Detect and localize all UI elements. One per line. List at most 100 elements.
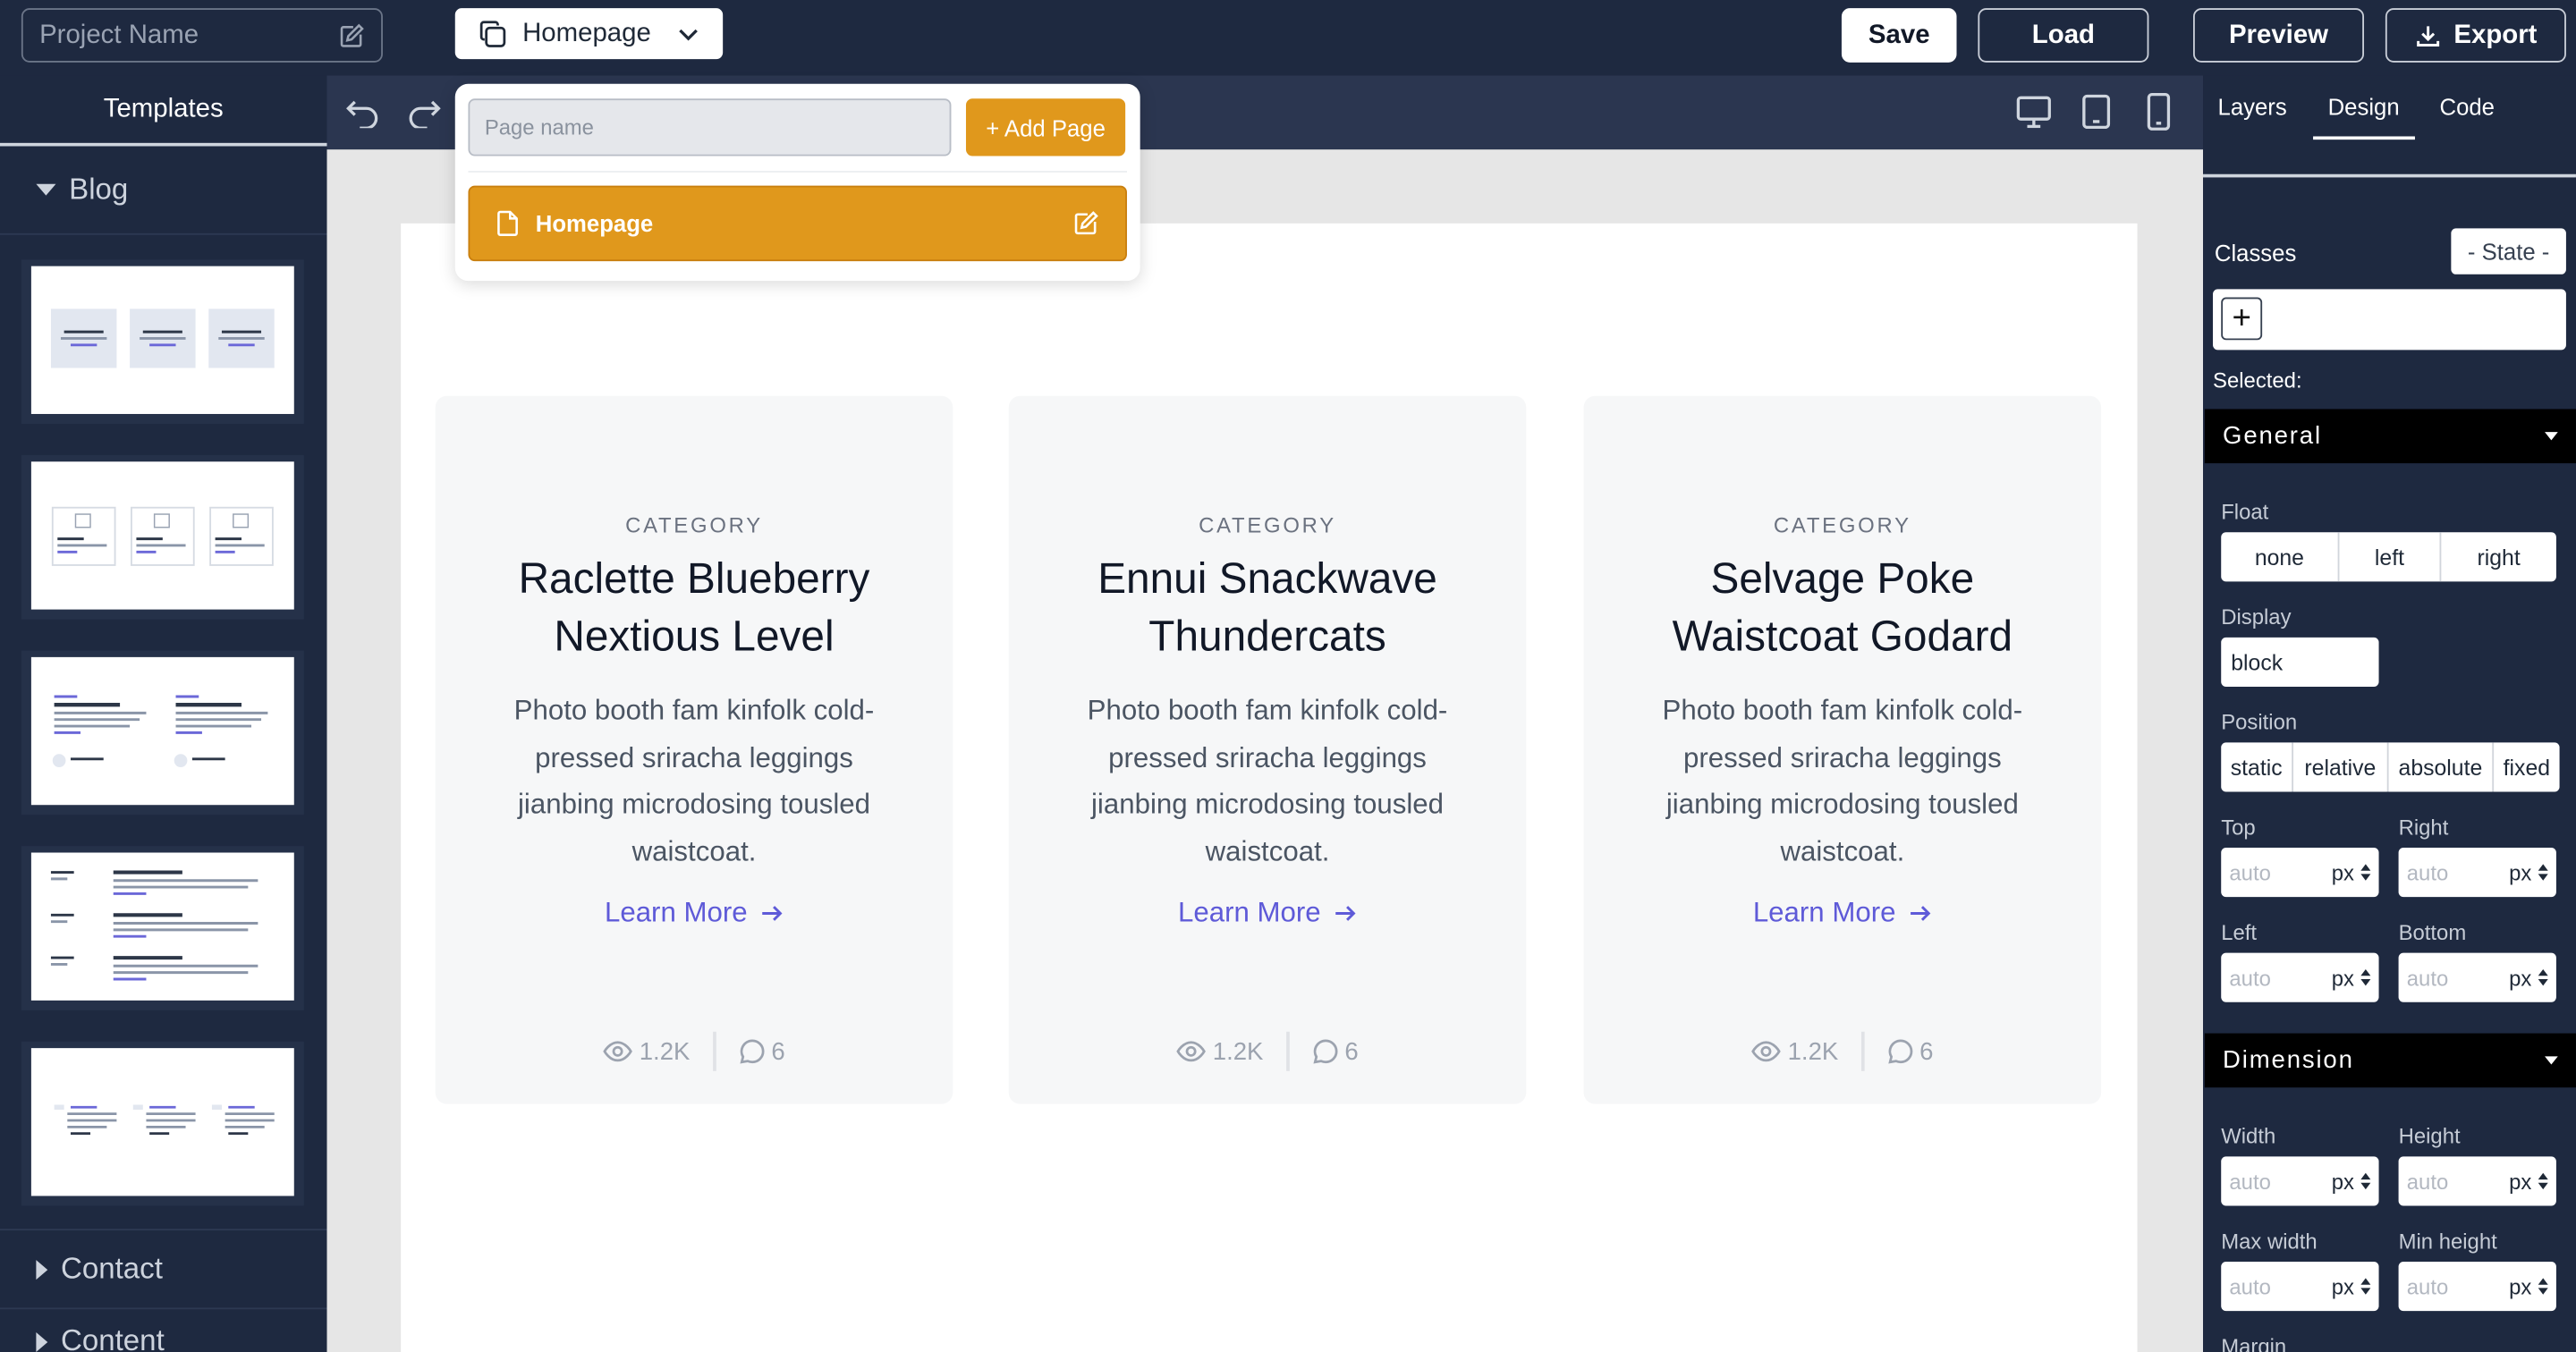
views-stat: 1.2K bbox=[580, 1037, 714, 1065]
left-value: auto bbox=[2229, 965, 2271, 990]
state-select[interactable]: - State - bbox=[2451, 228, 2566, 275]
bottom-unit[interactable]: px bbox=[2509, 965, 2531, 990]
desktop-view-icon[interactable] bbox=[2016, 96, 2052, 129]
pages-icon bbox=[478, 19, 507, 48]
position-fixed-option[interactable]: fixed bbox=[2494, 742, 2559, 791]
min-height-unit[interactable]: px bbox=[2509, 1274, 2531, 1299]
page-name-input[interactable]: Page name bbox=[468, 98, 952, 156]
page-select-dropdown[interactable]: Homepage bbox=[454, 8, 724, 60]
project-name-input[interactable]: Project Name bbox=[21, 8, 383, 63]
dimension-section-header[interactable]: Dimension bbox=[2204, 1033, 2576, 1088]
position-absolute-option[interactable]: absolute bbox=[2389, 742, 2495, 792]
project-name-placeholder: Project Name bbox=[39, 20, 199, 49]
comment-icon bbox=[1886, 1038, 1912, 1064]
position-relative-option[interactable]: relative bbox=[2293, 742, 2389, 792]
general-section-header[interactable]: General bbox=[2204, 409, 2576, 464]
left-label: Left bbox=[2221, 919, 2258, 945]
current-page-label: Homepage bbox=[522, 19, 651, 47]
page-item-homepage[interactable]: Homepage bbox=[468, 185, 1127, 262]
panel-tabs: Layers Design Code bbox=[2203, 76, 2576, 178]
float-none-option[interactable]: none bbox=[2221, 532, 2340, 582]
learn-more-link[interactable]: Learn More bbox=[605, 897, 784, 930]
card-category: CATEGORY bbox=[625, 512, 763, 537]
right-unit[interactable]: px bbox=[2509, 860, 2531, 885]
canvas[interactable]: CATEGORY Raclette Blueberry Nextious Lev… bbox=[326, 149, 2204, 1352]
learn-more-label: Learn More bbox=[604, 897, 748, 929]
position-static-option[interactable]: static bbox=[2221, 742, 2294, 792]
save-button[interactable]: Save bbox=[1841, 8, 1957, 63]
stepper-icon[interactable] bbox=[2360, 864, 2371, 881]
preview-button[interactable]: Preview bbox=[2192, 8, 2365, 63]
category-blog[interactable]: Blog bbox=[0, 147, 327, 235]
category-contact[interactable]: Contact bbox=[0, 1229, 327, 1307]
top-value: auto bbox=[2229, 859, 2271, 885]
comments-count: 6 bbox=[1344, 1037, 1359, 1066]
bottom-input[interactable]: auto px bbox=[2398, 952, 2556, 1002]
chevron-down-icon bbox=[677, 25, 700, 41]
category-label: Blog bbox=[69, 172, 129, 206]
top-unit[interactable]: px bbox=[2332, 860, 2354, 885]
add-page-button[interactable]: + Add Page bbox=[965, 98, 1126, 156]
float-right-option[interactable]: right bbox=[2441, 532, 2556, 581]
edit-icon[interactable] bbox=[338, 22, 364, 48]
comments-count: 6 bbox=[771, 1037, 785, 1066]
left-input[interactable]: auto px bbox=[2221, 952, 2379, 1002]
add-class-button[interactable]: + bbox=[2221, 297, 2263, 341]
export-button[interactable]: Export bbox=[2385, 8, 2566, 63]
redo-icon[interactable] bbox=[406, 96, 442, 129]
top-label: Top bbox=[2221, 815, 2256, 840]
page-frame[interactable]: CATEGORY Raclette Blueberry Nextious Lev… bbox=[401, 223, 2138, 1352]
learn-more-link[interactable]: Learn More bbox=[1178, 897, 1357, 930]
card-title: Selvage Poke Waistcoat Godard bbox=[1672, 553, 2013, 661]
width-input[interactable]: auto px bbox=[2221, 1156, 2379, 1206]
stepper-icon[interactable] bbox=[2538, 864, 2548, 881]
blog-card[interactable]: CATEGORY Raclette Blueberry Nextious Lev… bbox=[435, 395, 953, 1104]
mobile-view-icon[interactable] bbox=[2146, 92, 2172, 131]
caret-down-icon bbox=[2545, 432, 2558, 441]
width-unit[interactable]: px bbox=[2332, 1169, 2354, 1194]
tab-design[interactable]: Design bbox=[2313, 94, 2414, 140]
caret-down-icon bbox=[2545, 1056, 2558, 1065]
stepper-icon[interactable] bbox=[2360, 968, 2371, 986]
stepper-icon[interactable] bbox=[2360, 1172, 2371, 1190]
eye-icon bbox=[1176, 1040, 1207, 1063]
template-thumbnail[interactable] bbox=[21, 846, 304, 1010]
position-options: static relative absolute fixed bbox=[2221, 742, 2560, 792]
template-thumbnail[interactable] bbox=[21, 1041, 304, 1206]
stepper-icon[interactable] bbox=[2360, 1278, 2371, 1295]
views-stat: 1.2K bbox=[1728, 1037, 1861, 1065]
templates-header[interactable]: Templates bbox=[0, 76, 327, 147]
max-width-unit[interactable]: px bbox=[2332, 1274, 2354, 1299]
top-input[interactable]: auto px bbox=[2221, 847, 2379, 898]
undo-icon[interactable] bbox=[345, 96, 381, 129]
max-width-input[interactable]: auto px bbox=[2221, 1261, 2379, 1312]
right-input[interactable]: auto px bbox=[2398, 847, 2556, 898]
display-select[interactable]: block bbox=[2221, 637, 2379, 687]
learn-more-link[interactable]: Learn More bbox=[1753, 897, 1932, 930]
caret-down-icon bbox=[36, 183, 56, 196]
template-thumbnail[interactable] bbox=[21, 650, 304, 815]
float-label: Float bbox=[2221, 499, 2269, 525]
classes-field[interactable]: + bbox=[2213, 289, 2566, 351]
tab-code[interactable]: Code bbox=[2439, 94, 2494, 120]
category-content[interactable]: Content bbox=[0, 1307, 327, 1352]
template-thumbnail[interactable] bbox=[21, 454, 304, 620]
stepper-icon[interactable] bbox=[2538, 1278, 2548, 1295]
min-height-input[interactable]: auto px bbox=[2398, 1261, 2556, 1312]
height-input[interactable]: auto px bbox=[2398, 1156, 2556, 1206]
float-left-option[interactable]: left bbox=[2339, 532, 2442, 582]
stepper-icon[interactable] bbox=[2538, 968, 2548, 986]
height-unit[interactable]: px bbox=[2509, 1169, 2531, 1194]
width-label: Width bbox=[2221, 1123, 2276, 1149]
tab-layers[interactable]: Layers bbox=[2218, 94, 2287, 120]
template-thumbnails bbox=[0, 235, 327, 1206]
blog-card[interactable]: CATEGORY Ennui Snackwave Thundercats Pho… bbox=[1008, 395, 1527, 1104]
template-thumbnail[interactable] bbox=[21, 259, 304, 424]
load-button[interactable]: Load bbox=[1978, 8, 2149, 63]
stepper-icon[interactable] bbox=[2538, 1172, 2548, 1190]
tablet-view-icon[interactable] bbox=[2081, 94, 2111, 130]
learn-more-label: Learn More bbox=[1177, 897, 1321, 929]
blog-card[interactable]: CATEGORY Selvage Poke Waistcoat Godard P… bbox=[1583, 395, 2102, 1104]
left-unit[interactable]: px bbox=[2332, 965, 2354, 990]
edit-icon[interactable] bbox=[1072, 210, 1098, 236]
